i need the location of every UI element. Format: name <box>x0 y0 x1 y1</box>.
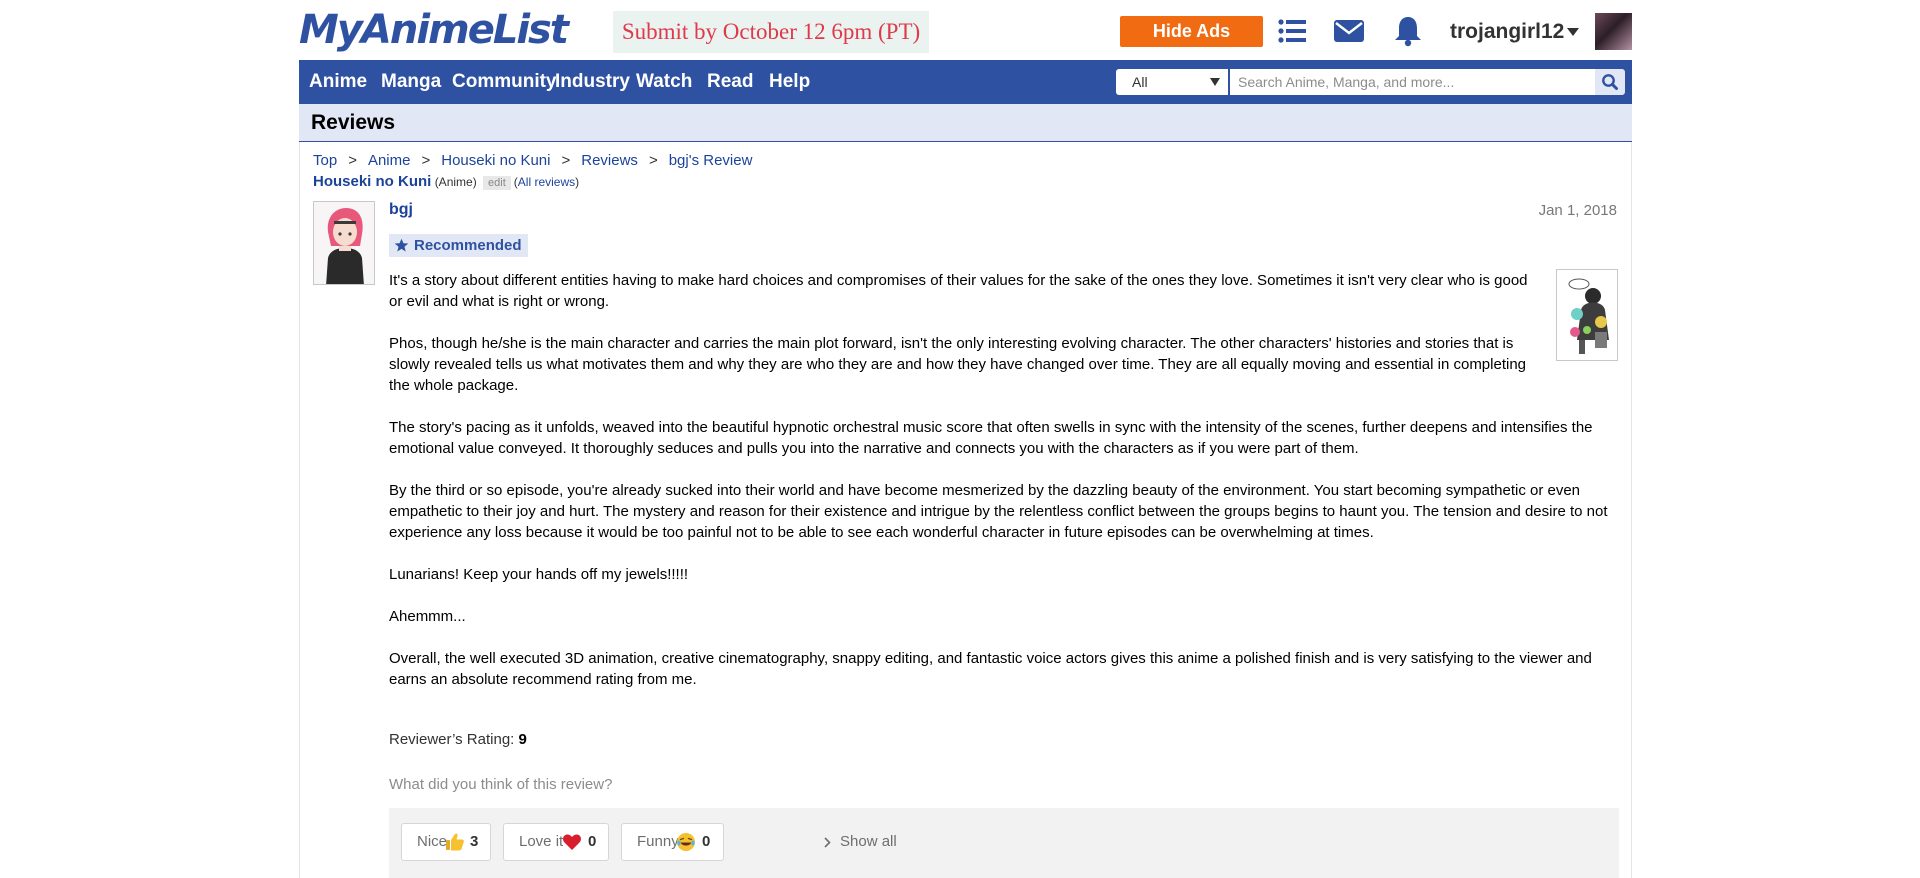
chevron-down-icon[interactable] <box>1567 28 1579 36</box>
site-header: MyAnimeList Submit by October 12 6pm (PT… <box>299 0 1632 60</box>
all-reviews-link[interactable]: All reviews <box>518 175 575 189</box>
show-all-label: Show all <box>840 833 897 850</box>
feedback-prompt: What did you think of this review? <box>389 776 613 793</box>
review-paragraph: Phos, though he/she is the main characte… <box>389 335 1527 394</box>
reviewer-avatar[interactable] <box>313 201 375 285</box>
reaction-panel: Nice 3 Love it 0 Funny 0 Show all <box>389 808 1619 878</box>
breadcrumb-top[interactable]: Top <box>313 152 337 169</box>
review-body: It's a story about different entities ha… <box>389 270 1619 711</box>
rating-value: 9 <box>518 731 527 748</box>
recommended-tag: Recommended <box>389 234 528 257</box>
page-wrapper: MyAnimeList Submit by October 12 6pm (PT… <box>299 0 1632 878</box>
username-menu[interactable]: trojangirl12 <box>1450 20 1564 44</box>
rating-label: Reviewer’s Rating: <box>389 731 515 748</box>
bell-icon[interactable] <box>1391 14 1425 48</box>
search-filter-select[interactable]: All <box>1116 69 1228 95</box>
hide-ads-button[interactable]: Hide Ads <box>1120 16 1263 47</box>
reviewer-name-link[interactable]: bgj <box>389 201 413 219</box>
page-title: Reviews <box>311 111 396 134</box>
site-logo[interactable]: MyAnimeList <box>299 6 569 54</box>
reaction-label: Nice <box>417 833 448 850</box>
anime-type: (Anime) <box>434 175 477 189</box>
breadcrumb-separator: > <box>421 152 431 169</box>
reaction-count: 0 <box>702 833 711 850</box>
review-content: Top > Anime > Houseki no Kuni > Reviews > bgj's … <box>299 142 1632 878</box>
reaction-funny-button[interactable]: Funny 0 <box>621 823 724 861</box>
nav-item-watch[interactable]: Watch <box>636 60 692 104</box>
promo-banner[interactable]: Submit by October 12 6pm (PT) <box>613 11 929 53</box>
search-filter-value: All <box>1132 74 1148 90</box>
review-paragraph: Ahemmm... <box>389 608 466 625</box>
nav-item-read[interactable]: Read <box>707 60 753 104</box>
breadcrumb-separator: > <box>348 152 357 169</box>
recommended-label: Recommended <box>414 237 522 254</box>
chevron-right-icon <box>824 837 831 848</box>
paren-close: ) <box>575 175 580 189</box>
nav-item-manga[interactable]: Manga <box>381 60 441 104</box>
breadcrumb: Top > Anime > Houseki no Kuni > Reviews > bgj's … <box>313 152 752 169</box>
breadcrumb-anime[interactable]: Anime <box>368 152 411 169</box>
reaction-love-it-button[interactable]: Love it 0 <box>503 823 609 861</box>
breadcrumb-current[interactable]: bgj's Review <box>669 152 753 169</box>
reaction-label: Love it <box>519 833 564 850</box>
nav-item-community[interactable]: Community <box>452 60 557 104</box>
review-paragraph: The story's pacing as it unfolds, weaved… <box>389 419 1593 457</box>
caret-down-icon <box>1210 78 1220 86</box>
search-input[interactable] <box>1230 69 1595 95</box>
reaction-count: 3 <box>470 833 479 850</box>
show-all-reactions-button[interactable]: Show all <box>823 823 897 861</box>
search-icon <box>1602 74 1618 90</box>
breadcrumb-separator: > <box>648 152 658 169</box>
nav-item-industry[interactable]: Industry <box>555 60 630 104</box>
star-icon <box>394 238 409 252</box>
anime-title-link[interactable]: Houseki no Kuni <box>313 173 431 190</box>
reaction-label: Funny <box>637 833 679 850</box>
user-avatar[interactable] <box>1595 13 1632 50</box>
main-nav: Anime Manga Community Industry Watch Rea… <box>299 60 1632 104</box>
review-paragraph: Overall, the well executed 3D animation,… <box>389 650 1592 688</box>
search-button[interactable] <box>1595 69 1625 95</box>
heart-icon <box>563 834 581 850</box>
breadcrumb-title[interactable]: Houseki no Kuni <box>441 152 550 169</box>
laughing-face-icon <box>677 833 695 851</box>
edit-link[interactable]: edit <box>483 176 511 190</box>
reviewer-rating: Reviewer’s Rating: 9 <box>389 731 527 748</box>
thumbs-up-icon <box>446 833 464 851</box>
nav-item-anime[interactable]: Anime <box>309 60 367 104</box>
page-title-bar: Reviews <box>299 104 1632 142</box>
reviewer-avatar-image <box>314 202 374 284</box>
review-paragraph: It's a story about different entities ha… <box>389 272 1528 310</box>
review-date: Jan 1, 2018 <box>1538 202 1617 219</box>
breadcrumb-separator: > <box>561 152 571 169</box>
anime-info-line: Houseki no Kuni (Anime) edit (All reviews… <box>313 173 579 190</box>
review-paragraph: Lunarians! Keep your hands off my jewels… <box>389 566 689 583</box>
nav-item-help[interactable]: Help <box>769 60 810 104</box>
reaction-nice-button[interactable]: Nice 3 <box>401 823 491 861</box>
reaction-count: 0 <box>588 833 597 850</box>
list-icon[interactable] <box>1275 14 1309 48</box>
mail-icon[interactable] <box>1332 14 1366 48</box>
review-paragraph: By the third or so episode, you're alrea… <box>389 482 1608 541</box>
breadcrumb-reviews[interactable]: Reviews <box>581 152 638 169</box>
